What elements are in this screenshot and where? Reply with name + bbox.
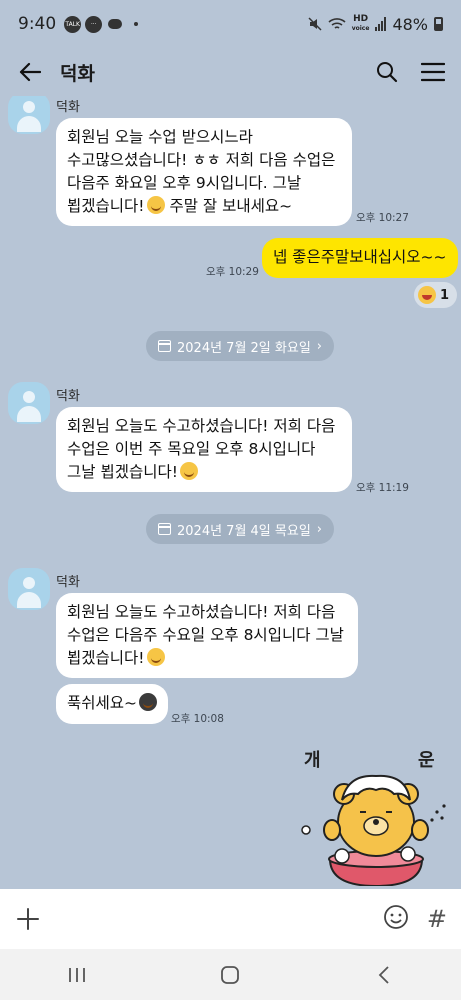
smiley-icon: [383, 905, 408, 929]
message-time: 오후 11:19: [356, 482, 409, 494]
chat-header: 덕화: [0, 48, 461, 96]
wifi-icon: [328, 18, 346, 29]
chevron-right-icon: ›: [316, 338, 322, 354]
system-back-button[interactable]: [364, 955, 404, 995]
smiling-face-icon: [179, 462, 198, 480]
system-nav-bar: [0, 949, 461, 1000]
face-mask-icon: [139, 693, 158, 711]
my-message-bubble[interactable]: 넵 좋은주말보내십시오~~: [262, 238, 458, 278]
message-text: 넵 좋은주말보내십시오~~: [273, 248, 447, 266]
message-text: 회원님 오늘도 수고하셨습니다! 저희 다음 수업은 다음주 수요일 오후 8시…: [67, 603, 344, 667]
message-input[interactable]: [52, 901, 373, 937]
back-arrow-icon: [19, 62, 41, 82]
search-button[interactable]: [373, 58, 401, 86]
message-text-tail: 주말 잘 보내세요~: [164, 197, 293, 215]
smiling-face-icon: [146, 648, 165, 666]
date-divider[interactable]: 2024년 7월 4일 목요일 ›: [146, 514, 334, 544]
voice-label: voice: [351, 25, 370, 32]
sender-name: 덕화: [56, 389, 80, 404]
message-bubble[interactable]: 회원님 오늘도 수고하셨습니다! 저희 다음 수업은 이번 주 목요일 오후 8…: [56, 407, 352, 492]
reaction-badge[interactable]: 1: [414, 282, 458, 308]
message-bubble[interactable]: 회원님 오늘도 수고하셨습니다! 저희 다음 수업은 다음주 수요일 오후 8시…: [56, 593, 358, 678]
chat-title: 덕화: [60, 62, 95, 85]
message-time: 오후 10:29: [206, 266, 259, 278]
battery-icon: [434, 17, 443, 31]
plus-icon: [17, 908, 39, 930]
more-notifications-dot: [134, 22, 139, 26]
chat-notification-icon: ···: [85, 15, 103, 33]
message-bubble[interactable]: 푹쉬세요~: [56, 684, 169, 724]
chevron-right-icon: ›: [316, 521, 322, 537]
attach-button[interactable]: [14, 905, 42, 933]
talk-notification-icon: TALK: [64, 15, 82, 33]
hd-voice-icon: HD voice: [352, 15, 370, 33]
message-time: 오후 10:08: [171, 713, 224, 725]
signal-icon: [375, 17, 387, 31]
battery-percent: 48%: [392, 14, 428, 34]
calendar-icon: [158, 523, 171, 535]
message-bubble[interactable]: 회원님 오늘 수업 받으시느라 수고많으셨습니다! ㅎㅎ 저희 다음 수업은 다…: [56, 118, 352, 226]
calendar-icon: [158, 340, 171, 352]
home-button[interactable]: [210, 955, 250, 995]
chat-area[interactable]: 덕화 회원님 오늘 수업 받으시느라 수고많으셨습니다! ㅎㅎ 저희 다음 수업…: [0, 96, 461, 889]
emoticon-button[interactable]: [383, 904, 409, 934]
message-time: 오후 10:27: [356, 212, 409, 224]
hamburger-menu-icon: [421, 62, 445, 82]
recent-apps-icon: [68, 967, 85, 982]
reaction-count: 1: [440, 287, 450, 303]
sticker[interactable]: 개 운: [296, 744, 456, 886]
bear-bath-sticker-icon: [301, 774, 446, 886]
avatar[interactable]: [8, 568, 50, 610]
message-input-bar: #: [0, 889, 461, 949]
status-bar: 9:40 TALK ··· HD voice 48%: [0, 0, 461, 48]
date-label: 2024년 7월 4일 목요일: [177, 523, 311, 539]
back-button[interactable]: [14, 56, 46, 88]
cloud-icon: [108, 19, 123, 29]
date-label: 2024년 7월 2일 화요일: [177, 340, 311, 356]
laughing-face-icon: [418, 286, 436, 304]
mute-icon: [308, 17, 322, 31]
message-text: 회원님 오늘도 수고하셨습니다! 저희 다음 수업은 이번 주 목요일 오후 8…: [67, 417, 336, 481]
smiling-face-icon: [146, 196, 165, 214]
recent-apps-button[interactable]: [57, 955, 97, 995]
home-icon: [221, 965, 240, 984]
status-time: 9:40: [18, 14, 57, 34]
avatar[interactable]: [8, 96, 50, 134]
hd-label: HD: [353, 14, 369, 24]
sender-name: 덕화: [56, 100, 80, 115]
hashtag-search-button[interactable]: #: [427, 905, 447, 933]
avatar[interactable]: [8, 382, 50, 424]
chevron-left-icon: [378, 965, 389, 984]
sender-name: 덕화: [56, 575, 80, 590]
menu-button[interactable]: [419, 58, 447, 86]
status-right: HD voice 48%: [308, 15, 443, 34]
date-divider[interactable]: 2024년 7월 2일 화요일 ›: [146, 331, 334, 361]
message-text: 푹쉬세요~: [67, 694, 138, 712]
search-icon: [377, 62, 398, 83]
